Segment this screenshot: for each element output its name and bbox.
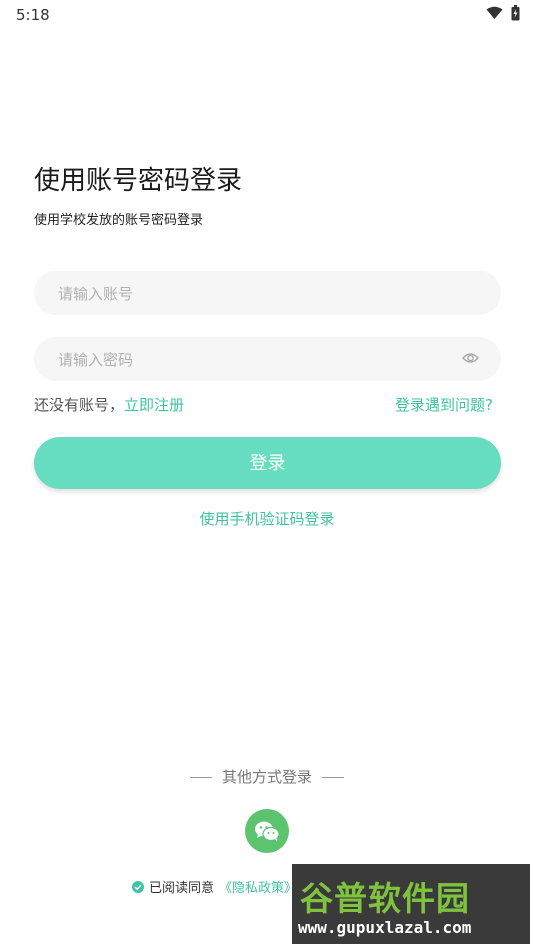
- divider-line-right: [322, 777, 344, 778]
- watermark-logo: 谷普软件园 www.gupuxlazal.com: [292, 864, 530, 944]
- privacy-policy-link[interactable]: 《隐私政策》: [219, 877, 297, 896]
- status-time: 5:18: [16, 6, 50, 24]
- account-input[interactable]: [56, 271, 460, 317]
- password-field[interactable]: [34, 337, 501, 383]
- account-field[interactable]: [34, 271, 501, 317]
- eye-icon[interactable]: [462, 351, 479, 365]
- password-input[interactable]: [56, 337, 460, 383]
- no-account-text: 还没有账号，: [34, 396, 125, 414]
- page-subtitle: 使用学校发放的账号密码登录: [34, 213, 204, 228]
- wechat-icon: [255, 821, 280, 842]
- register-link[interactable]: 立即注册: [124, 396, 184, 414]
- watermark-top-text: 谷普软件园: [300, 879, 470, 918]
- wechat-login-button[interactable]: [245, 809, 289, 853]
- login-button[interactable]: 登录: [34, 437, 501, 489]
- other-login-label: 其他方式登录: [221, 768, 312, 786]
- battery-icon: [511, 5, 520, 21]
- agreement-text: 已阅读同意: [149, 881, 215, 896]
- check-circle-icon[interactable]: [132, 880, 144, 893]
- wifi-icon: [486, 6, 503, 19]
- register-prompt: 还没有账号，立即注册: [34, 394, 184, 415]
- agreement-row: 已阅读同意 《隐私政策》: [132, 877, 297, 896]
- login-problem-link[interactable]: 登录遇到问题?: [395, 394, 493, 415]
- page-title: 使用账号密码登录: [34, 166, 243, 196]
- watermark-bottom-text: www.gupuxlazal.com: [298, 918, 472, 937]
- sms-login-link[interactable]: 使用手机验证码登录: [0, 508, 534, 529]
- status-bar: 5:18: [0, 0, 534, 28]
- divider-line-left: [189, 777, 212, 778]
- other-login-divider: 其他方式登录: [0, 766, 534, 787]
- status-icons: [486, 5, 520, 21]
